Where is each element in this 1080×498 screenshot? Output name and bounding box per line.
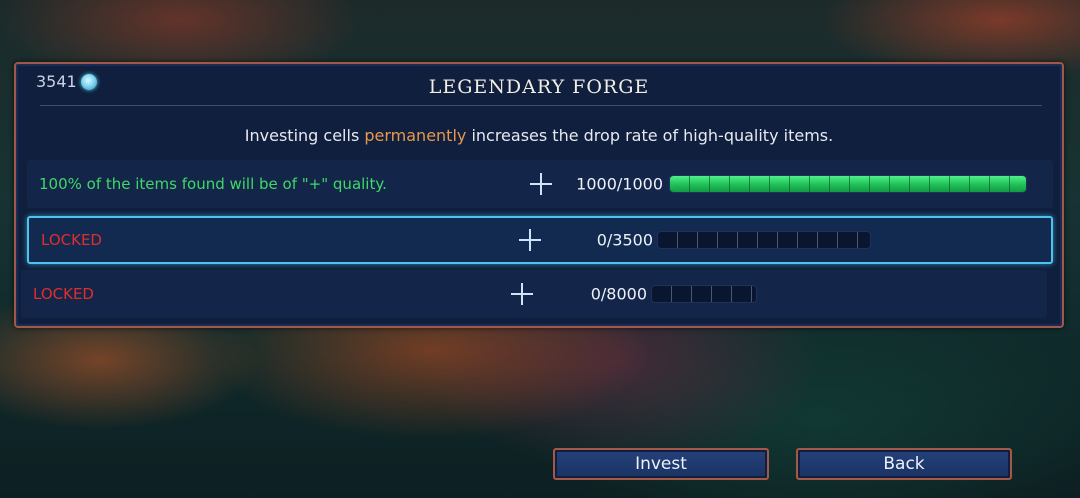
invest-button[interactable]: Invest <box>553 448 769 480</box>
tier-2-label: LOCKED <box>41 231 102 249</box>
tier-2-progress-bar <box>657 231 871 249</box>
tier-1-label: 100% of the items found will be of "+" q… <box>39 175 387 193</box>
tier-3-progress-ticks <box>652 286 756 302</box>
forge-description: Investing cells permanently increases th… <box>16 126 1062 145</box>
tier-1-progress-bar <box>669 175 1027 193</box>
tier-3-count: 0/8000 <box>590 284 647 304</box>
tier-1-progress-ticks <box>670 176 1026 192</box>
panel-title: LEGENDARY FORGE <box>428 76 650 98</box>
tier-3-progress-bar <box>651 285 757 303</box>
tier-3-label: LOCKED <box>33 285 94 303</box>
forge-tier-1[interactable]: 100% of the items found will be of "+" q… <box>27 160 1053 208</box>
description-text-end: increases the drop rate of high-quality … <box>466 126 834 145</box>
plus-icon[interactable] <box>530 173 552 195</box>
tier-2-count: 0/3500 <box>596 230 653 250</box>
plus-icon[interactable] <box>519 229 541 251</box>
title-divider <box>40 105 1042 106</box>
forge-tier-2[interactable]: LOCKED 0/3500 <box>27 216 1053 264</box>
tier-2-progress-ticks <box>658 232 870 248</box>
forge-tier-3[interactable]: LOCKED 0/8000 <box>21 270 1047 318</box>
legendary-forge-panel: 3541 LEGENDARY FORGE Investing cells per… <box>14 62 1064 328</box>
back-button[interactable]: Back <box>796 448 1012 480</box>
description-text-start: Investing cells <box>244 126 365 145</box>
description-highlight: permanently <box>364 126 467 145</box>
plus-icon[interactable] <box>511 283 533 305</box>
tier-1-count: 1000/1000 <box>576 174 663 194</box>
